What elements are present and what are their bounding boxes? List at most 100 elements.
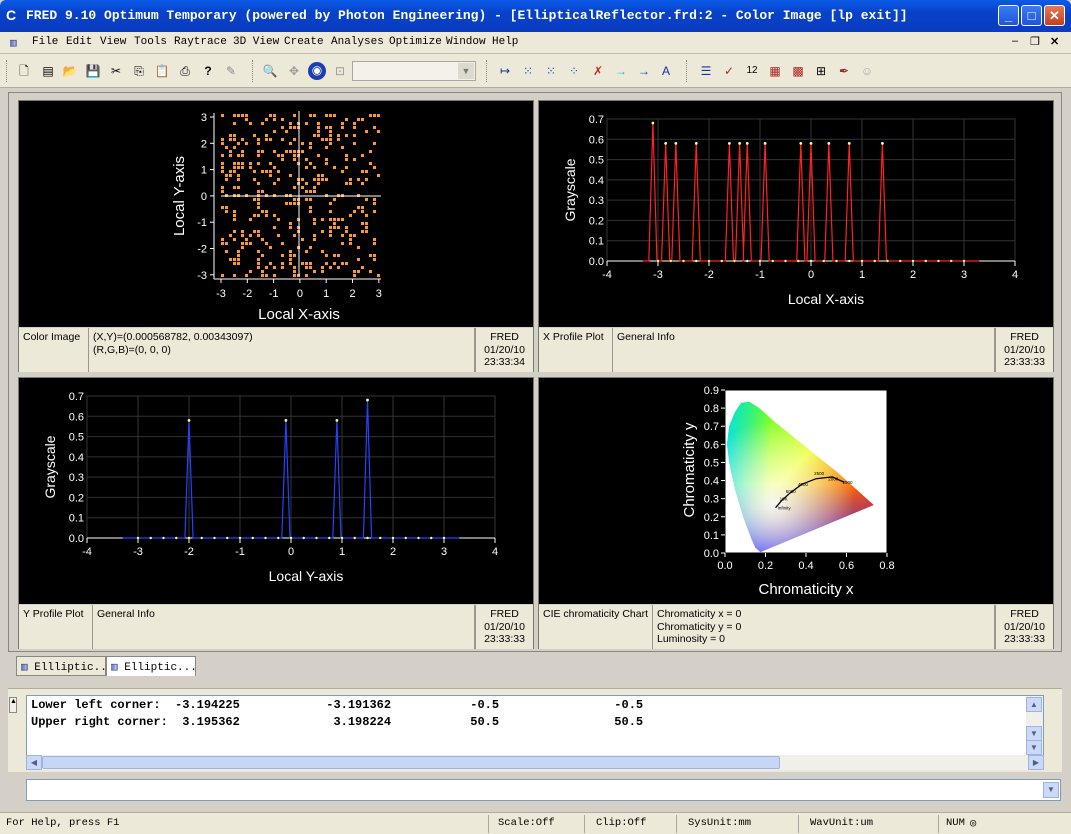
data-point: [707, 259, 711, 263]
x-profile-svg[interactable]: 0.0 0.1 0.2 0.3 0.4 0.5 0.6 0.7 -4 -3 -2 -1 0 1 2 3 4 Loc…: [539, 101, 1053, 327]
face-icon[interactable]: ☺: [859, 63, 875, 79]
data-point: [962, 259, 966, 263]
maximize-button[interactable]: □: [1021, 5, 1042, 26]
image-pixel: [365, 130, 368, 133]
table-icon[interactable]: ▩: [790, 63, 806, 79]
cie-plot[interactable]: 1500 2000 2500 4000 6000 10K Infinity 0.9 0.8 0.…: [539, 378, 1053, 604]
image-pixel: [341, 126, 344, 129]
image-pixel: [341, 122, 344, 125]
globe-icon[interactable]: ◉: [308, 62, 326, 80]
open-folder-icon[interactable]: 📂: [62, 63, 78, 79]
menu-help[interactable]: Help: [492, 36, 518, 48]
menu-create[interactable]: Create: [284, 36, 324, 48]
scroll-down-icon[interactable]: ▼: [1026, 740, 1042, 755]
image-pixel: [325, 114, 328, 117]
menu-file[interactable]: File: [32, 36, 58, 48]
mdi-close-button[interactable]: ✕: [1050, 35, 1059, 48]
toolbar-grip[interactable]: [686, 60, 689, 82]
peak-marker: [664, 141, 668, 145]
y-profile-svg[interactable]: 0.0 0.1 0.2 0.3 0.4 0.5 0.6 0.7 -4 -3 -2 -1 0 1 2 3 4 Loc…: [19, 378, 533, 604]
clear-rays-icon[interactable]: ✗: [590, 63, 606, 79]
zoom-icon[interactable]: 🔍: [262, 63, 278, 79]
fit-icon[interactable]: ⊡: [332, 63, 348, 79]
ray-text-icon[interactable]: A: [658, 63, 674, 79]
image-pixel: [229, 150, 232, 153]
image-pixel: [293, 114, 296, 117]
numbers-icon[interactable]: 12: [744, 63, 760, 79]
print-icon[interactable]: ⎙: [177, 63, 193, 79]
toolbar-grip[interactable]: [252, 60, 255, 82]
scroll-thumb[interactable]: [42, 756, 780, 769]
rays-icon[interactable]: ⁙: [520, 63, 536, 79]
cie-svg[interactable]: 150020002500 40006000 10K Infinity 0.9 0.8 0.…: [539, 378, 1053, 604]
arrow-cyan-icon[interactable]: →: [613, 63, 629, 79]
toolbar-grip[interactable]: [486, 60, 489, 82]
status-clip: Clip:Off: [596, 817, 647, 829]
image-pixel: [365, 198, 368, 201]
arrow-blue-icon[interactable]: →: [636, 63, 652, 79]
y-profile-plot[interactable]: 0.0 0.1 0.2 0.3 0.4 0.5 0.6 0.7 -4 -3 -2 -1 0 1 2 3 4 Loc…: [19, 378, 533, 604]
grid-icon[interactable]: ▦: [767, 63, 783, 79]
color-image-svg[interactable]: 3 2 1 0 -1 -2 -3 -3 -2 -1 0 1 2 3 Local X-axis Local …: [19, 101, 533, 327]
doc-tab-1[interactable]: ▥ Ellliptic...: [16, 656, 113, 676]
mdi-restore-button[interactable]: ❐: [1030, 35, 1040, 48]
scroll-right-icon[interactable]: ▶: [1028, 755, 1044, 770]
trace-icon[interactable]: ↦: [497, 63, 513, 79]
rays2-icon[interactable]: ⁙: [543, 63, 559, 79]
menu-analyses[interactable]: Analyses: [331, 36, 384, 48]
color-image-plot[interactable]: 3 2 1 0 -1 -2 -3 -3 -2 -1 0 1 2 3 Local X-axis Local …: [19, 101, 533, 327]
output-vscrollbar[interactable]: ▲ ▼ ▼: [1026, 696, 1043, 756]
image-pixel: [221, 186, 224, 189]
menu-edit[interactable]: Edit: [66, 36, 92, 48]
minimize-button[interactable]: _: [998, 5, 1019, 26]
image-pixel: [281, 242, 284, 245]
data-point: [136, 536, 140, 540]
new-icon[interactable]: 🗋: [16, 63, 32, 79]
pen-icon[interactable]: ✒: [836, 63, 852, 79]
x-profile-plot[interactable]: 0.0 0.1 0.2 0.3 0.4 0.5 0.6 0.7 -4 -3 -2 -1 0 1 2 3 4 Loc…: [539, 101, 1053, 327]
document-icon[interactable]: ▥: [10, 36, 17, 50]
spot-icon[interactable]: ✓: [721, 63, 737, 79]
new-document-icon[interactable]: ▤: [40, 63, 56, 79]
edit-icon[interactable]: ✎: [223, 63, 239, 79]
output-pin-icon[interactable]: ▲: [9, 697, 17, 713]
help-icon[interactable]: ?: [200, 63, 216, 79]
list-icon[interactable]: ☰: [698, 63, 714, 79]
chevron-down-icon[interactable]: ▼: [1043, 782, 1059, 798]
command-input[interactable]: ▼: [26, 779, 1061, 801]
image-pixel: [273, 150, 276, 153]
view-combo[interactable]: ▼: [352, 61, 476, 81]
close-button[interactable]: ✕: [1044, 5, 1065, 26]
output-text[interactable]: Lower left corner: -3.194225 -3.191362 -…: [26, 695, 1044, 757]
scroll-left-icon[interactable]: ◀: [26, 755, 42, 770]
toolbar-grip[interactable]: [6, 60, 9, 82]
cut-icon[interactable]: ✂: [108, 63, 124, 79]
output-hscrollbar[interactable]: ◀ ▶: [26, 755, 1044, 770]
copy-icon[interactable]: ⎘: [131, 63, 147, 79]
scroll-down-icon[interactable]: ▼: [1026, 726, 1042, 741]
x-profile-panel: 0.0 0.1 0.2 0.3 0.4 0.5 0.6 0.7 -4 -3 -2 -1 0 1 2 3 4 Loc…: [538, 100, 1054, 372]
chevron-down-icon[interactable]: ▼: [458, 63, 474, 79]
paste-icon[interactable]: 📋: [154, 63, 170, 79]
image-pixel: [321, 138, 324, 141]
doc-tab-2[interactable]: ▥ Elliptic...: [106, 656, 197, 676]
image-pixel: [361, 170, 364, 173]
analysis-icon[interactable]: ⊞: [813, 63, 829, 79]
menu-raytrace[interactable]: Raytrace: [174, 36, 227, 48]
save-icon[interactable]: 💾: [85, 63, 101, 79]
menu-optimize[interactable]: Optimize: [389, 36, 442, 48]
image-pixel: [305, 274, 308, 277]
rays3-icon[interactable]: ⁘: [566, 63, 582, 79]
image-pixel: [313, 134, 316, 137]
fred-app-icon[interactable]: C: [6, 7, 22, 23]
image-pixel: [321, 230, 324, 233]
pan-icon[interactable]: ✥: [286, 63, 302, 79]
menu-view[interactable]: View: [100, 36, 126, 48]
menu-window[interactable]: Window: [446, 36, 486, 48]
menu-3d-view[interactable]: 3D View: [233, 36, 279, 48]
scroll-up-icon[interactable]: ▲: [1026, 697, 1042, 712]
image-pixel: [233, 262, 236, 265]
image-pixel: [329, 202, 332, 205]
mdi-minimize-button[interactable]: –: [1012, 35, 1018, 47]
menu-tools[interactable]: Tools: [134, 36, 167, 48]
